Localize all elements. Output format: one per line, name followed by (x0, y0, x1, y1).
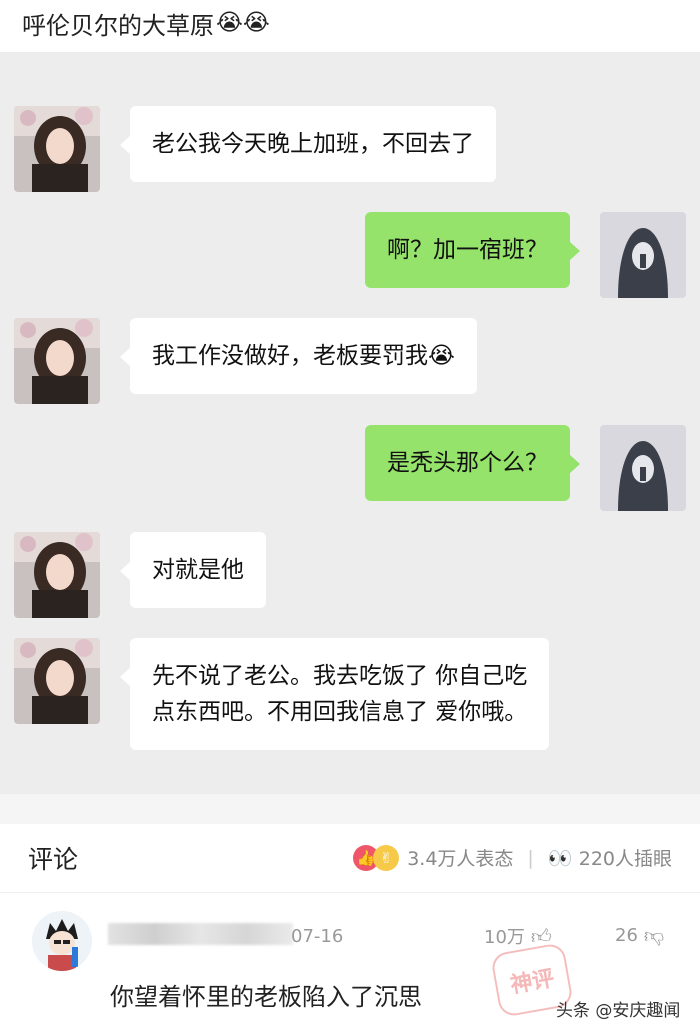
chat-screenshot: 老公我今天晚上加班，不回去了 啊？加一宿班？ 我工作没做好，老板要罚我😭 是秃头… (0, 52, 700, 794)
post-title-text: 呼伦贝尔的大草原 (22, 11, 214, 40)
girl-avatar (14, 106, 100, 192)
source-watermark: 头条 @安庆趣闻 (556, 1001, 681, 1021)
post-title: 呼伦贝尔的大草原 😭😭 (22, 2, 270, 44)
hooded-figure-avatar (600, 212, 686, 298)
hooded-figure-avatar (600, 425, 686, 511)
peek-count: 220人插眼 (578, 848, 672, 870)
comment-date: 07-16 (291, 926, 344, 947)
username-blurred (108, 923, 293, 945)
comments-header: 评论 👍 ✌ 3.4万人表态 | 👀 220人插眼 (0, 824, 700, 893)
chat-message-incoming: 老公我今天晚上加班，不回去了 (14, 106, 496, 192)
reply-count: 26 (615, 925, 638, 946)
comment-text: 你望着怀里的老板陷入了沉思 (110, 983, 422, 1011)
girl-avatar (14, 638, 100, 724)
like-hand-icon: ✌ (373, 844, 400, 871)
chat-message-incoming: 先不说了老公。我去吃饭了 你自己吃 点东西吧。不用回我信息了 爱你哦。 (14, 638, 550, 750)
girl-avatar (14, 532, 100, 618)
eyes-icon: 👀 (547, 845, 573, 870)
separator: | (527, 846, 534, 869)
message-bubble: 我工作没做好，老板要罚我😭 (120, 318, 477, 394)
message-bubble: 先不说了老公。我去吃饭了 你自己吃 点东西吧。不用回我信息了 爱你哦。 (119, 638, 550, 750)
like-count: 10万 (484, 927, 525, 948)
message-bubble: 对就是他 (120, 532, 266, 608)
chat-message-incoming: 对就是他 (14, 532, 266, 618)
crying-emoji: 😭😭 (216, 10, 270, 36)
section-divider (0, 794, 700, 824)
message-bubble: 老公我今天晚上加班，不回去了 (120, 106, 496, 182)
chat-message-outgoing: 是秃头那个么？ (365, 425, 686, 511)
reactions-count: 3.4万人表态 (407, 848, 514, 870)
girl-avatar (14, 318, 100, 404)
thumbs-down-outline-icon: 👎︎ (643, 923, 665, 947)
message-bubble: 是秃头那个么？ (365, 425, 580, 501)
chat-message-outgoing: 啊？加一宿班？ (365, 212, 686, 298)
commenter-avatar[interactable] (32, 911, 92, 971)
reaction-summary[interactable]: 👍 ✌ 3.4万人表态 | 👀 220人插眼 (353, 844, 672, 871)
reply-button[interactable]: 26 👎︎ (615, 923, 664, 948)
chat-message-incoming: 我工作没做好，老板要罚我😭 (14, 318, 477, 404)
comments-title: 评论 (28, 845, 79, 874)
message-bubble: 啊？加一宿班？ (365, 212, 580, 288)
